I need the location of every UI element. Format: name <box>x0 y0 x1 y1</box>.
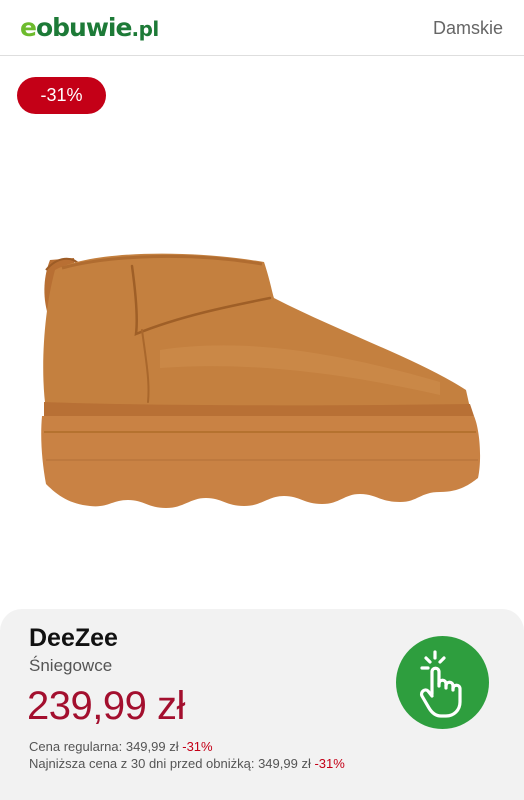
boot-platform-sole <box>41 416 481 508</box>
lowest-price-discount: -31% <box>314 756 345 771</box>
logo-tld: .pl <box>131 17 159 41</box>
product-price: 239,99 zł <box>27 684 185 728</box>
eobuwie-logo[interactable]: eobuwie.pl <box>20 11 159 46</box>
regular-price-text: Cena regularna: 349,99 zł <box>29 739 179 754</box>
regular-price-discount: -31% <box>182 739 213 754</box>
product-brand[interactable]: DeeZee <box>29 624 118 652</box>
lowest-price-note: Najniższa cena z 30 dni przed obniżką: 3… <box>29 756 345 772</box>
tap-hand-icon <box>419 650 462 718</box>
discount-badge: -31% <box>17 77 106 114</box>
lowest-price-text: Najniższa cena z 30 dni przed obniżką: 3… <box>29 756 311 771</box>
boot-illustration <box>41 253 481 508</box>
top-bar: eobuwie.pl Damskie <box>0 0 524 56</box>
product-image[interactable] <box>0 120 524 610</box>
product-category: Śniegowce <box>29 656 113 675</box>
tap-cta-button[interactable] <box>396 636 489 729</box>
logo-wordmark: obuwie <box>35 13 132 42</box>
logo-letter-e: e <box>20 13 37 42</box>
regular-price-note: Cena regularna: 349,99 zł -31% <box>29 739 213 755</box>
nav-link-damskie[interactable]: Damskie <box>433 17 503 39</box>
